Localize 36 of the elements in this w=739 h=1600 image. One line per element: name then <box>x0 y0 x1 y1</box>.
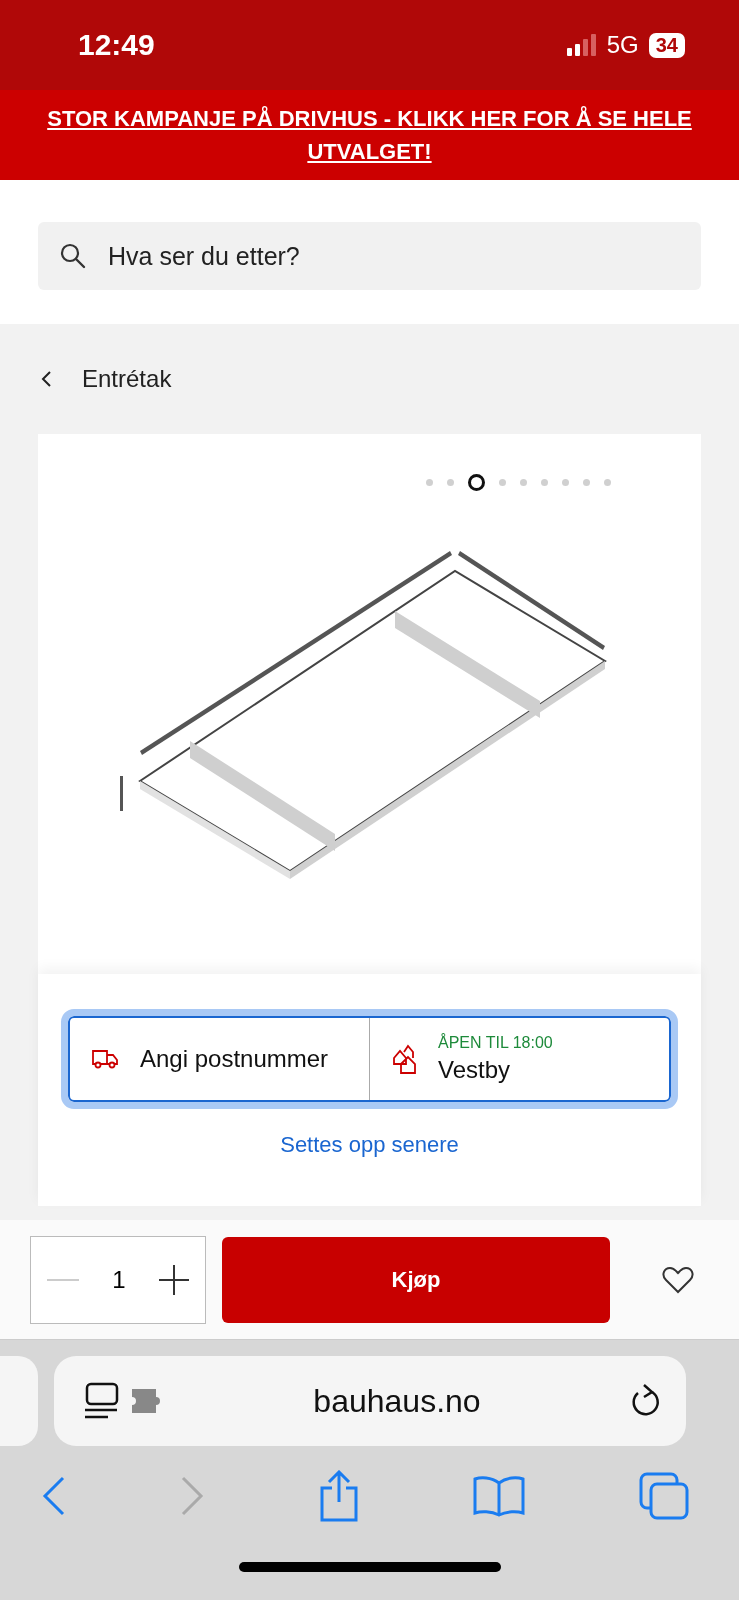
back-chevron-icon[interactable] <box>40 370 52 388</box>
carousel-dot[interactable] <box>447 479 454 486</box>
signal-icon <box>566 34 597 56</box>
carousel-dot[interactable] <box>604 479 611 486</box>
assembly-link[interactable]: Settes opp senere <box>280 1132 459 1158</box>
buy-button[interactable]: Kjøp <box>222 1236 610 1323</box>
carousel-dot[interactable] <box>562 479 569 486</box>
postcode-option[interactable]: Angi postnummer <box>70 1018 369 1100</box>
carousel-dot[interactable] <box>468 474 485 491</box>
carousel-dot[interactable] <box>426 479 433 486</box>
postcode-label: Angi postnummer <box>140 1045 329 1073</box>
carousel-dot[interactable] <box>499 479 506 486</box>
url-text: bauhaus.no <box>312 1382 482 1420</box>
carousel-dot[interactable] <box>583 479 590 486</box>
store-name: Vestby <box>438 1056 512 1084</box>
address-bar[interactable]: bauhaus.no <box>54 1356 686 1446</box>
status-time: 12:49 <box>78 28 155 62</box>
quantity-stepper[interactable]: 1 <box>30 1235 206 1324</box>
truck-icon <box>92 1049 118 1069</box>
opening-hours: ÅPEN TIL 18:00 <box>438 1034 553 1052</box>
tabs-icon[interactable] <box>639 1472 689 1520</box>
battery-level: 34 <box>648 32 685 58</box>
heart-icon[interactable] <box>662 1265 694 1294</box>
houses-icon <box>392 1044 416 1074</box>
breadcrumb-link[interactable]: Entrétak <box>82 365 172 393</box>
store-option[interactable]: ÅPEN TIL 18:00 Vestby <box>369 1018 669 1100</box>
search-field[interactable]: Hva ser du etter? <box>38 222 701 290</box>
network-label: 5G <box>606 31 639 59</box>
back-icon[interactable] <box>42 1476 66 1516</box>
carousel-dot[interactable] <box>541 479 548 486</box>
quantity-value: 1 <box>112 1265 126 1294</box>
reader-icon[interactable] <box>84 1381 120 1421</box>
bookmarks-icon[interactable] <box>473 1475 526 1517</box>
plus-icon[interactable] <box>159 1264 189 1295</box>
minus-icon[interactable] <box>47 1277 79 1282</box>
carousel-dot[interactable] <box>520 479 527 486</box>
